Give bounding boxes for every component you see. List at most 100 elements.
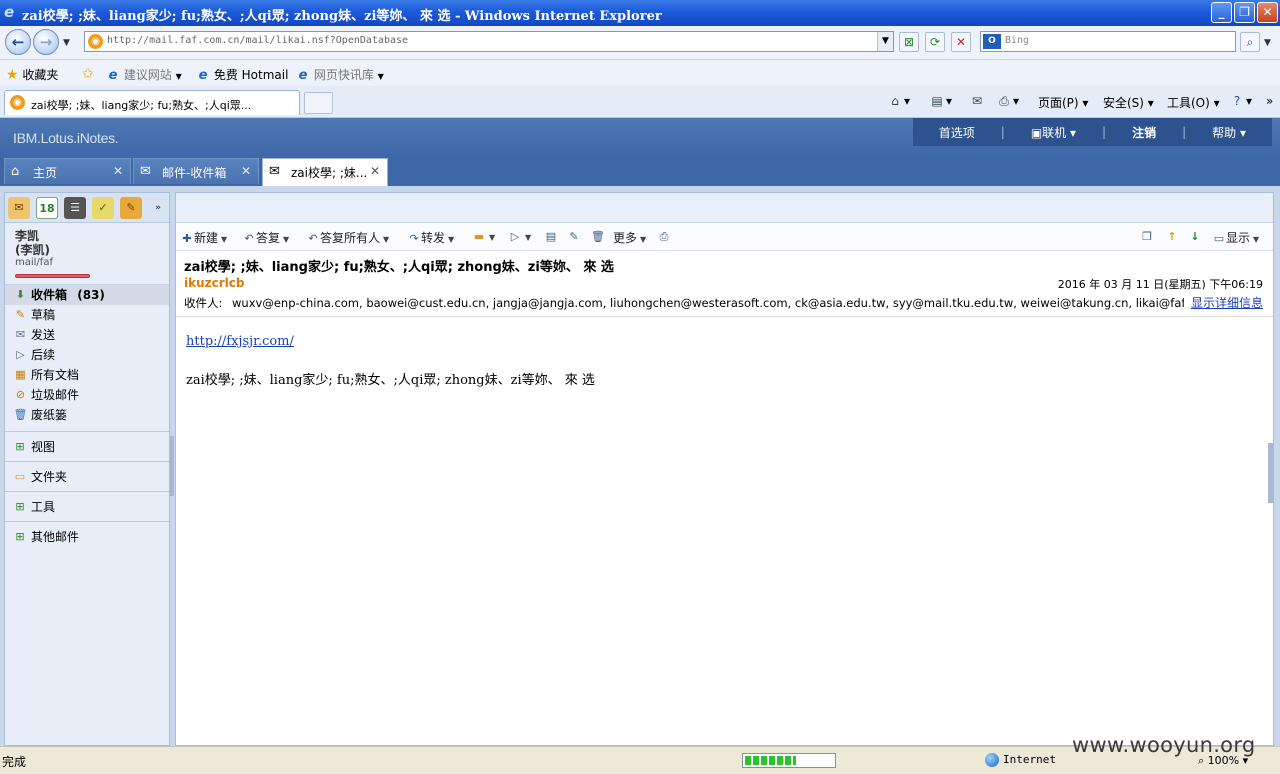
junk-mail-icon: ⊘ xyxy=(15,388,26,401)
read-mail-button[interactable]: ✉ xyxy=(968,94,986,110)
mail-app-icon[interactable]: ✉ xyxy=(8,197,30,219)
tab-message[interactable]: ✉ zai校學; ;妹... ✕ xyxy=(262,158,388,186)
section-other-mail[interactable]: ⊞ 其他邮件 xyxy=(5,521,169,551)
follow-up-button[interactable]: ▷ ▼ xyxy=(508,229,531,244)
section-label: 文件夹 xyxy=(31,470,68,484)
stop-icon[interactable]: ✕ xyxy=(951,32,971,52)
open-window-button[interactable]: ❐ xyxy=(1140,229,1154,244)
security-zone[interactable]: Internet xyxy=(985,753,1056,767)
reply-button[interactable]: ↶ 答复 ▼ xyxy=(242,229,289,246)
web-slice-gallery-button[interactable]: e 网页快讯库 ▼ xyxy=(296,66,384,83)
address-field[interactable]: ◉ http://mail.faf.com.cn/mail/likai.nsf?… xyxy=(84,31,894,52)
hotmail-link[interactable]: e 免费 Hotmail xyxy=(196,66,289,83)
section-tools[interactable]: ⊞ 工具 xyxy=(5,491,169,521)
online-menu[interactable]: ▣联机 ▾ xyxy=(1005,124,1102,141)
all-documents-icon: ▦ xyxy=(15,368,26,381)
read-mark-button[interactable]: ▤ xyxy=(544,229,558,244)
page-menu[interactable]: 页面(P) ▾ xyxy=(1038,94,1088,111)
print-button[interactable]: ⎙ ▾ xyxy=(995,94,1019,110)
next-message-button[interactable]: ↓ xyxy=(1188,229,1202,244)
display-button[interactable]: ▭ 显示 ▼ xyxy=(1212,229,1259,246)
help-menu[interactable]: ? ▾ xyxy=(1228,94,1252,110)
section-views[interactable]: ⊞ 视图 xyxy=(5,431,169,461)
suggested-sites-button[interactable]: e 建议网站 ▼ xyxy=(106,66,182,83)
previous-message-button[interactable]: ↑ xyxy=(1165,229,1179,244)
folder-sent[interactable]: ✉ 发送 xyxy=(5,325,169,345)
folder-icon: ▭ xyxy=(14,470,26,483)
folder-trash[interactable]: 🗑 废纸篓 xyxy=(5,405,169,425)
close-tab-icon[interactable]: ✕ xyxy=(370,164,380,178)
message-subject: zai校學; ;妹、liang家少; fu;熟女、;人qi眾; zhong妹、z… xyxy=(184,260,614,275)
tools-menu[interactable]: 工具(O) ▾ xyxy=(1167,94,1220,111)
compatibility-view-icon[interactable]: ⊠ xyxy=(899,32,919,52)
inotes-tab-strip: ⌂ 主页 ✕ ✉ 邮件-收件箱 ✕ ✉ zai校學; ;妹... ✕ xyxy=(0,158,1280,186)
feeds-button[interactable]: ▤ ▾ xyxy=(928,94,952,110)
folder-label: 发送 xyxy=(31,328,56,342)
logout-link[interactable]: 注销 xyxy=(1106,124,1182,141)
move-to-folder-button[interactable]: ▬ ▼ xyxy=(472,229,495,244)
home-icon: ⌂ xyxy=(891,94,899,108)
calendar-app-icon[interactable]: 18 xyxy=(36,197,58,219)
folder-follow-up[interactable]: ▷ 后续 xyxy=(5,345,169,365)
notebook-app-icon[interactable]: ✎ xyxy=(120,197,142,219)
folder-all-documents[interactable]: ▦ 所有文档 xyxy=(5,365,169,385)
more-apps-icon[interactable]: » xyxy=(151,197,165,219)
folder-junk[interactable]: ⊘ 垃圾邮件 xyxy=(5,385,169,405)
help-link[interactable]: 帮助 ▾ xyxy=(1186,124,1272,141)
pane-resize-handle[interactable] xyxy=(1268,443,1273,503)
display-label: 显示 xyxy=(1226,231,1251,245)
preferences-link[interactable]: 首选项 xyxy=(913,124,1001,141)
message-date: 2016 年 03 月 11 日(星期五) 下午06:19 xyxy=(1057,278,1263,291)
section-folders[interactable]: ▭ 文件夹 xyxy=(5,461,169,491)
home-button[interactable]: ⌂ ▾ xyxy=(886,94,910,110)
favorites-button[interactable]: ★ 收藏夹 xyxy=(6,66,58,83)
close-tab-icon[interactable]: ✕ xyxy=(241,164,251,178)
message-body-link[interactable]: http://fxjsjr.com/ xyxy=(186,334,294,349)
safety-menu[interactable]: 安全(S) ▾ xyxy=(1103,94,1154,111)
forward-button[interactable]: ↷ 转发 ▼ xyxy=(407,229,454,246)
printer-icon: ⎙ xyxy=(999,94,1009,108)
close-window-button[interactable]: ✕ xyxy=(1257,2,1278,23)
show-details-link[interactable]: 显示详细信息 xyxy=(1186,294,1263,311)
folder-inbox[interactable]: ⬇ 收件箱 (83) xyxy=(5,285,169,305)
minimize-button[interactable]: _ xyxy=(1211,2,1232,23)
browser-tab-bar: ◉ zai校學; ;妹、liang家少; fu;熟女、;人qi眾... ⌂ ▾ ▤… xyxy=(0,86,1280,118)
forward-icon: ↷ xyxy=(409,232,419,245)
back-button[interactable]: ← xyxy=(5,29,31,55)
new-button[interactable]: ✚ 新建 ▼ xyxy=(180,229,227,246)
reply-all-button[interactable]: ↶ 答复所有人 ▼ xyxy=(306,229,389,246)
window-title: zai校學; ;妹、liang家少; fu;熟女、;人qi眾; zhong妹、z… xyxy=(22,9,662,24)
folder-drafts[interactable]: ✎ 草稿 xyxy=(5,305,169,325)
ie-page-icon: e xyxy=(198,68,208,83)
new-tab-button[interactable] xyxy=(304,92,333,114)
message-sender[interactable]: ikuzcrlcb xyxy=(184,276,244,290)
favorites-label: 收藏夹 xyxy=(22,68,59,82)
message-pane-header xyxy=(176,193,1273,223)
more-button[interactable]: 更多 ▼ xyxy=(613,229,646,246)
watermark-text: www.wooyun.org xyxy=(1072,733,1256,757)
contacts-app-icon[interactable]: ☰ xyxy=(64,197,86,219)
add-favorite-button[interactable]: ✩ xyxy=(82,66,94,82)
edit-button[interactable]: ✎ xyxy=(567,229,581,244)
print-message-button[interactable]: ⎙ xyxy=(657,229,671,244)
maximize-button[interactable]: ❐ xyxy=(1234,2,1255,23)
section-label: 其他邮件 xyxy=(31,530,80,544)
close-tab-icon[interactable]: ✕ xyxy=(113,164,123,178)
favorites-star-icon: ★ xyxy=(6,67,19,83)
browser-tab-active[interactable]: ◉ zai校學; ;妹、liang家少; fu;熟女、;人qi眾... xyxy=(4,90,300,115)
forward-button[interactable]: → xyxy=(33,29,59,55)
more-commands-icon[interactable]: » xyxy=(1266,94,1273,108)
todo-app-icon[interactable]: ✓ xyxy=(92,197,114,219)
search-field[interactable]: O Bing xyxy=(980,31,1236,52)
history-dropdown-icon[interactable]: ▼ xyxy=(63,38,70,48)
refresh-icon[interactable]: ⟳ xyxy=(925,32,945,52)
search-icon[interactable]: ⌕ xyxy=(1240,32,1260,52)
address-dropdown-icon[interactable]: ▼ xyxy=(877,32,893,51)
sidebar-splitter[interactable] xyxy=(170,436,174,496)
delete-button[interactable]: 🗑 xyxy=(591,229,605,244)
trash-icon: 🗑 xyxy=(591,230,605,243)
tab-inbox[interactable]: ✉ 邮件-收件箱 ✕ xyxy=(133,158,259,184)
inotes-top-menu: 首选项 | ▣联机 ▾ | 注销 | 帮助 ▾ xyxy=(912,118,1272,146)
search-options-icon[interactable]: ▼ xyxy=(1264,38,1271,48)
tab-home[interactable]: ⌂ 主页 ✕ xyxy=(4,158,131,184)
